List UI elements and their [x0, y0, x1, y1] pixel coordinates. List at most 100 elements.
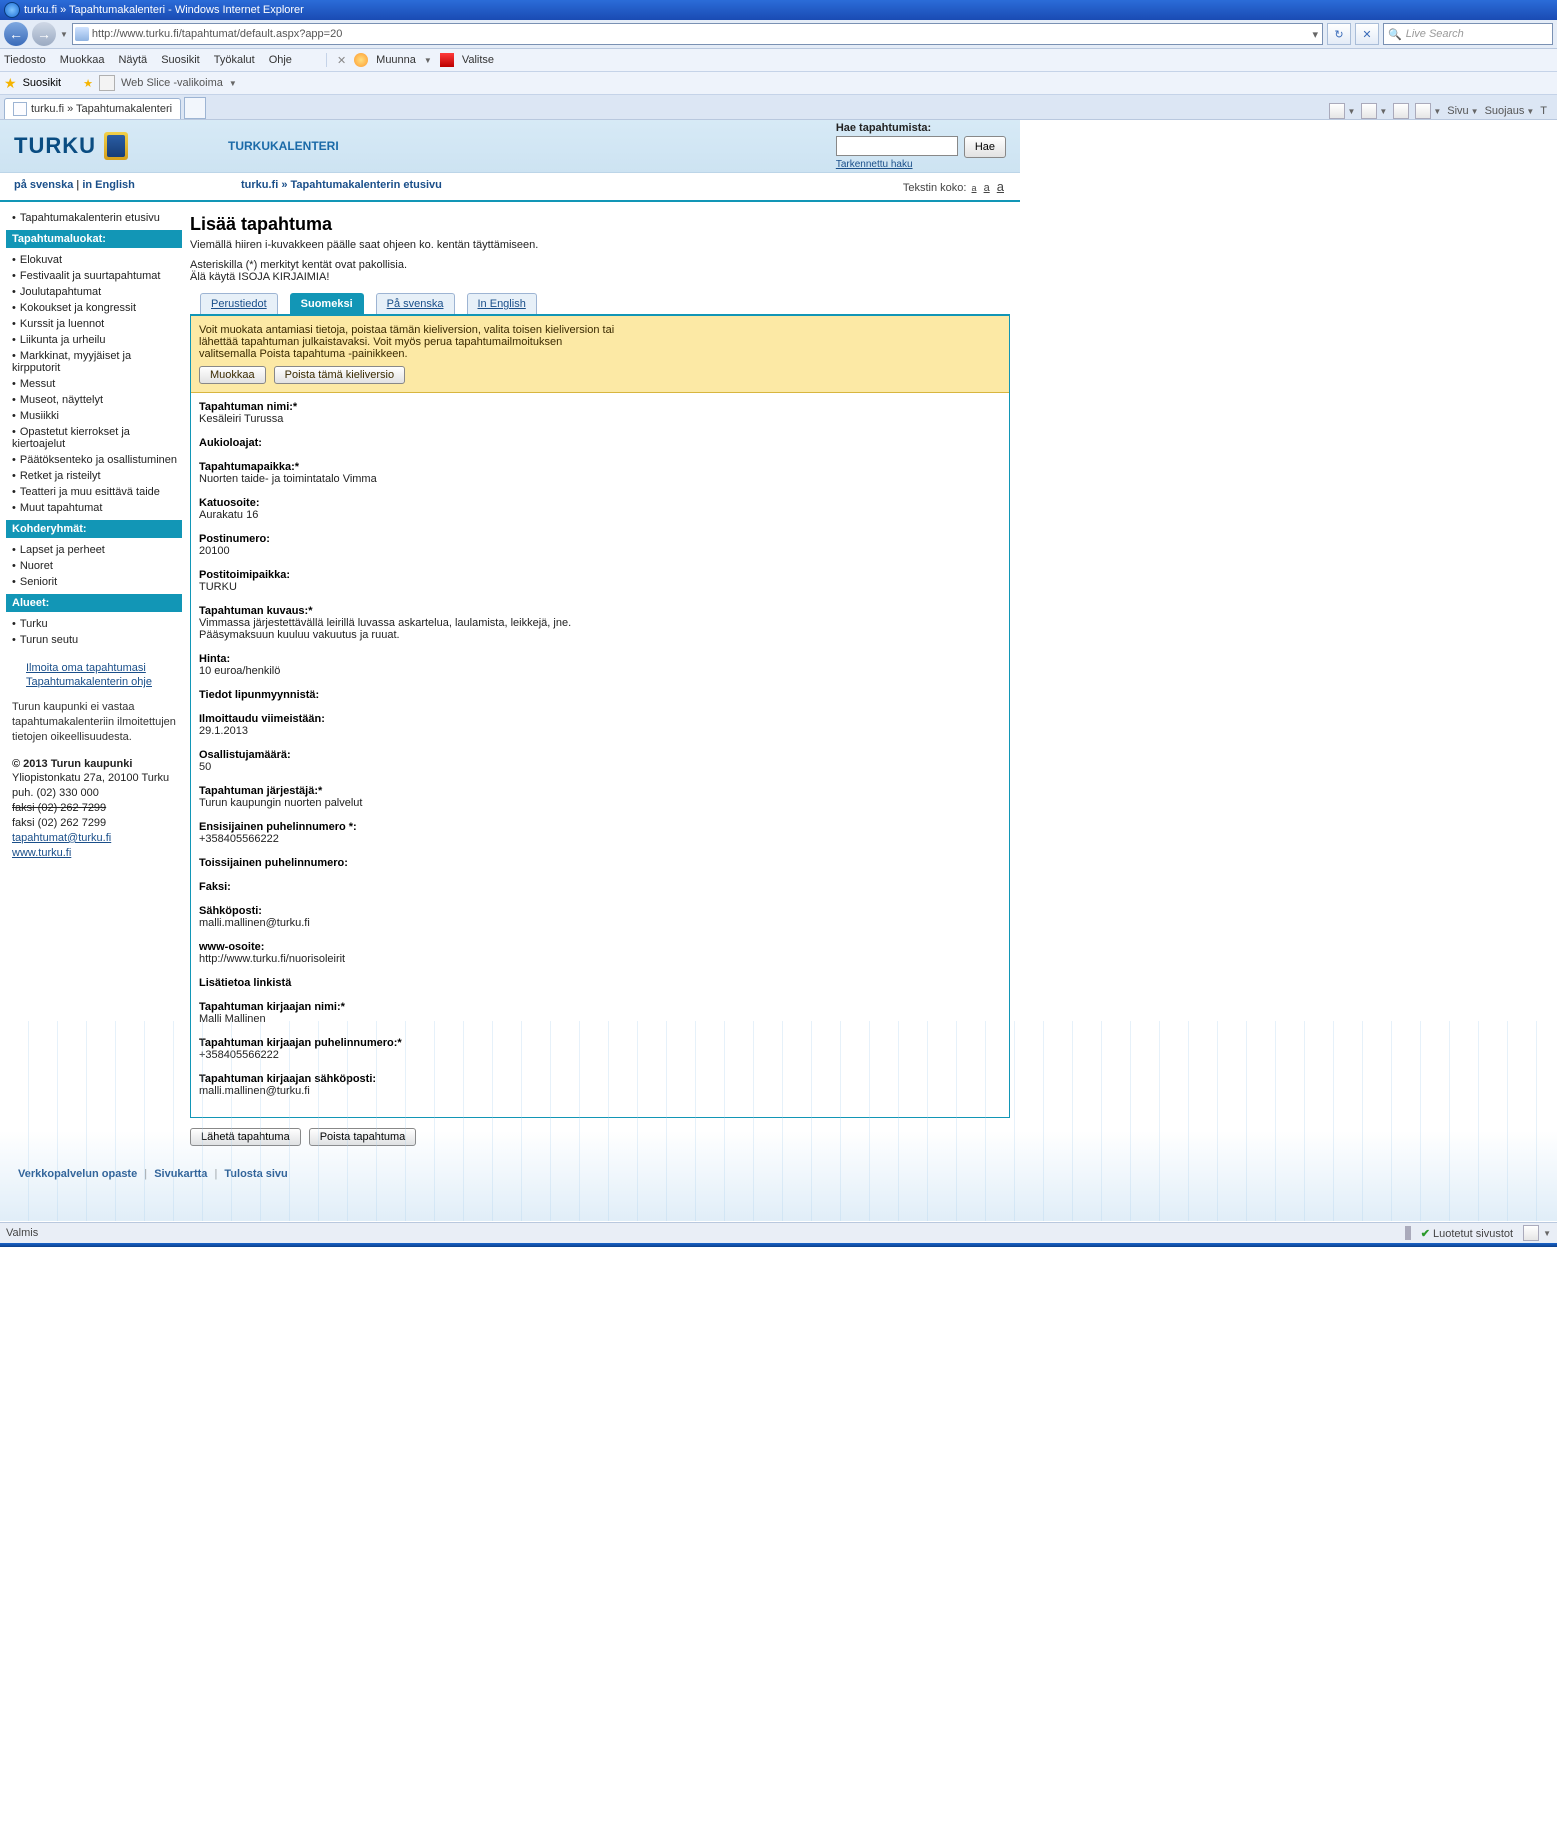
back-button[interactable]: ←	[4, 22, 28, 46]
home-button[interactable]: ▼	[1329, 103, 1355, 119]
tab-english[interactable]: In English	[467, 293, 537, 314]
field-19: Tapahtuman kirjaajan puhelinnumero:*+358…	[199, 1037, 1001, 1061]
menu-muokkaa[interactable]: Muokkaa	[60, 54, 105, 66]
footer-help[interactable]: Verkkopalvelun opaste	[18, 1168, 137, 1180]
field-value: 10 euroa/henkilö	[199, 665, 1001, 677]
sidebar-link-ilmoita[interactable]: Ilmoita oma tapahtumasi	[26, 662, 180, 674]
webslice-dropdown[interactable]: ▼	[229, 79, 237, 88]
page: TURKU TURKUKALENTERI Hae tapahtumista: H…	[0, 120, 1020, 1202]
breadcrumb[interactable]: turku.fi » Tapahtumakalenterin etusivu	[241, 179, 442, 191]
mail-button[interactable]	[1393, 103, 1409, 119]
sidebar-home-link[interactable]: Tapahtumakalenterin etusivu	[12, 210, 180, 226]
browser-search[interactable]: 🔍 Live Search	[1383, 23, 1553, 45]
field-18: Tapahtuman kirjaajan nimi:*Malli Malline…	[199, 1001, 1001, 1025]
sidebar-link-ohje[interactable]: Tapahtumakalenterin ohje	[26, 676, 180, 688]
sidebar-cat-9[interactable]: Musiikki	[12, 408, 180, 424]
webslice-icon	[99, 75, 115, 91]
tools-menu[interactable]: T	[1540, 105, 1547, 117]
edit-button[interactable]: Muokkaa	[199, 366, 266, 384]
menu-tiedosto[interactable]: Tiedosto	[4, 54, 46, 66]
field-6: Tapahtuman kuvaus:*Vimmassa järjestettäv…	[199, 605, 1001, 641]
footer-print[interactable]: Tulosta sivu	[224, 1168, 287, 1180]
form-tabs: Perustiedot Suomeksi På svenska In Engli…	[190, 293, 1010, 315]
sidebar-cat-6[interactable]: Markkinat, myyjäiset ja kirpputorit	[12, 348, 180, 376]
tab-suomeksi[interactable]: Suomeksi	[290, 293, 364, 314]
sidebar-cat-5[interactable]: Liikunta ja urheilu	[12, 332, 180, 348]
sidebar-cat-12[interactable]: Retket ja risteilyt	[12, 468, 180, 484]
site-search-input[interactable]	[836, 136, 958, 156]
menu-ohje[interactable]: Ohje	[269, 54, 292, 66]
stop-button[interactable]: ✕	[1355, 23, 1379, 45]
site-header: TURKU TURKUKALENTERI Hae tapahtumista: H…	[0, 120, 1020, 173]
sidebar-cat-10[interactable]: Opastetut kierrokset ja kiertoajelut	[12, 424, 180, 452]
sidebar-area-0[interactable]: Turku	[12, 616, 180, 632]
sidebar-grp-1[interactable]: Nuoret	[12, 558, 180, 574]
muunna-dropdown[interactable]: ▼	[424, 56, 432, 65]
sidebar-area-1[interactable]: Turun seutu	[12, 632, 180, 648]
close-x-icon[interactable]: ✕	[337, 54, 346, 67]
new-tab-button[interactable]	[184, 97, 206, 119]
subheader: på svenska | in English turku.fi » Tapah…	[0, 173, 1020, 202]
page-menu[interactable]: Sivu▼	[1447, 105, 1478, 117]
sidebar-email-link[interactable]: tapahtumat@turku.fi	[12, 832, 111, 844]
delete-event-button[interactable]: Poista tapahtuma	[309, 1128, 417, 1146]
text-size-large[interactable]: a	[997, 179, 1004, 194]
menu-suosikit[interactable]: Suosikit	[161, 54, 200, 66]
field-10: Osallistujamäärä:50	[199, 749, 1001, 773]
status-icons	[1405, 1227, 1411, 1239]
menu-valitse[interactable]: Valitse	[462, 54, 494, 66]
sidebar-web-link[interactable]: www.turku.fi	[12, 847, 71, 859]
menu-right: ✕ Muunna ▼ Valitse	[326, 53, 494, 67]
logo-crest-icon	[104, 132, 128, 160]
text-size-medium[interactable]: a	[984, 182, 990, 194]
footer-sitemap[interactable]: Sivukartta	[154, 1168, 207, 1180]
address-dropdown[interactable]: ▾	[1310, 28, 1320, 41]
safety-menu[interactable]: Suojaus▼	[1485, 105, 1535, 117]
menu-muunna[interactable]: Muunna	[376, 54, 416, 66]
sidebar-cat-1[interactable]: Festivaalit ja suurtapahtumat	[12, 268, 180, 284]
print-button[interactable]: ▼	[1415, 103, 1441, 119]
zoom-control[interactable]: ▼	[1523, 1225, 1551, 1241]
sidebar-cat-14[interactable]: Muut tapahtumat	[12, 500, 180, 516]
favorites-star-icon[interactable]: ★	[4, 75, 17, 92]
sidebar-cat-4[interactable]: Kurssit ja luennot	[12, 316, 180, 332]
sidebar-cat-11[interactable]: Päätöksenteko ja osallistuminen	[12, 452, 180, 468]
advanced-search-link[interactable]: Tarkennettu haku	[836, 159, 913, 170]
intro-text: Viemällä hiiren i-kuvakkeen päälle saat …	[190, 239, 1010, 283]
sidebar-cat-2[interactable]: Joulutapahtumat	[12, 284, 180, 300]
sidebar-cat-13[interactable]: Teatteri ja muu esittävä taide	[12, 484, 180, 500]
sidebar-cat-7[interactable]: Messut	[12, 376, 180, 392]
menu-nayta[interactable]: Näytä	[118, 54, 147, 66]
menu-tyokalut[interactable]: Työkalut	[214, 54, 255, 66]
webslice-link[interactable]: Web Slice -valikoima	[121, 77, 223, 89]
tab-svenska[interactable]: På svenska	[376, 293, 455, 314]
lang-svenska[interactable]: på svenska	[14, 179, 73, 191]
field-value: 50	[199, 761, 1001, 773]
forward-button[interactable]: →	[32, 22, 56, 46]
favorites-label[interactable]: Suosikit	[23, 77, 62, 89]
sidebar-cat-3[interactable]: Kokoukset ja kongressit	[12, 300, 180, 316]
nav-history-dropdown[interactable]: ▼	[60, 30, 68, 39]
sidebar-cat-0[interactable]: Elokuvat	[12, 252, 180, 268]
sidebar-grp-2[interactable]: Seniorit	[12, 574, 180, 590]
text-size-small[interactable]: a	[972, 183, 977, 193]
field-value: +358405566222	[199, 833, 1001, 845]
field-label: Postitoimipaikka:	[199, 569, 1001, 581]
tab-perustiedot[interactable]: Perustiedot	[200, 293, 278, 314]
feeds-button[interactable]: ▼	[1361, 103, 1387, 119]
status-text: Valmis	[6, 1227, 38, 1239]
field-label: Tapahtuman kirjaajan sähköposti:	[199, 1073, 1001, 1085]
lang-english[interactable]: in English	[82, 179, 135, 191]
site-search-button[interactable]: Hae	[964, 136, 1006, 158]
refresh-button[interactable]: ↻	[1327, 23, 1351, 45]
address-bar[interactable]: http://www.turku.fi/tapahtumat/default.a…	[72, 23, 1323, 45]
add-fav-icon[interactable]: ★	[83, 77, 93, 90]
field-0: Tapahtuman nimi:*Kesäleiri Turussa	[199, 401, 1001, 425]
browser-tab[interactable]: turku.fi » Tapahtumakalenteri	[4, 98, 181, 119]
logo[interactable]: TURKU	[14, 132, 128, 160]
submit-button[interactable]: Lähetä tapahtuma	[190, 1128, 301, 1146]
sidebar-cat-8[interactable]: Museot, näyttelyt	[12, 392, 180, 408]
footer-links: Verkkopalvelun opaste | Sivukartta | Tul…	[0, 1156, 1020, 1202]
delete-lang-button[interactable]: Poista tämä kieliversio	[274, 366, 405, 384]
sidebar-grp-0[interactable]: Lapset ja perheet	[12, 542, 180, 558]
